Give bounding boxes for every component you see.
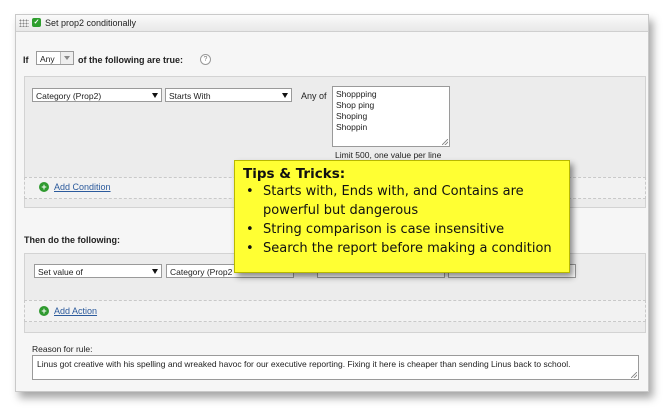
add-condition-link[interactable]: Add Condition xyxy=(54,182,111,192)
panel-title: Set prop2 conditionally xyxy=(45,18,137,28)
value-line: Shoping xyxy=(336,111,368,121)
reason-text: Linus got creative with his spelling and… xyxy=(37,359,571,369)
condition-operator-value: Starts With xyxy=(169,91,211,101)
chevron-down-icon xyxy=(152,93,158,98)
add-action-strip xyxy=(24,300,646,322)
resize-grip-icon[interactable] xyxy=(631,372,637,378)
chevron-down-icon xyxy=(282,93,288,98)
panel-titlebar[interactable]: ✓ Set prop2 conditionally xyxy=(16,15,648,32)
add-action-link[interactable]: Add Action xyxy=(54,306,97,316)
chevron-down-icon xyxy=(152,269,158,274)
value-line: Shoppin xyxy=(336,122,368,132)
if-label: If xyxy=(23,55,29,65)
help-icon[interactable]: ? xyxy=(200,54,211,65)
action-type-select[interactable]: Set value of xyxy=(34,264,162,278)
reason-label: Reason for rule: xyxy=(32,344,93,354)
condition-variable-select[interactable]: Category (Prop2) xyxy=(32,88,162,102)
reason-textarea[interactable]: Linus got creative with his spelling and… xyxy=(32,355,639,380)
if-suffix-label: of the following are true: xyxy=(78,55,183,65)
value-line: Shoppping xyxy=(336,89,377,99)
condition-operator-select[interactable]: Starts With xyxy=(165,88,292,102)
then-heading: Then do the following: xyxy=(24,235,120,245)
rule-icon: ✓ xyxy=(32,18,41,27)
condition-values-textarea[interactable]: Shoppping Shop ping Shoping Shoppin xyxy=(332,86,450,147)
tips-callout: Tips & Tricks: Starts with, Ends with, a… xyxy=(234,160,570,273)
value-line: Shop ping xyxy=(336,100,375,110)
action-target-value: Category (Prop2 xyxy=(170,267,233,277)
tips-list: Starts with, Ends with, and Contains are… xyxy=(243,182,565,258)
tip-item: String comparison is case insensitive xyxy=(243,220,565,239)
tip-item: Search the report before making a condit… xyxy=(243,239,565,258)
condition-variable-value: Category (Prop2) xyxy=(36,91,102,101)
tip-item: Starts with, Ends with, and Contains are… xyxy=(243,182,565,220)
tips-heading: Tips & Tricks: xyxy=(243,166,346,182)
limit-note: Limit 500, one value per line xyxy=(335,150,442,160)
match-mode-value: Any xyxy=(40,54,55,64)
action-type-value: Set value of xyxy=(38,267,83,277)
match-mode-select[interactable]: Any xyxy=(36,51,74,65)
chevron-down-icon xyxy=(60,52,73,64)
drag-grip-icon[interactable] xyxy=(19,19,29,27)
resize-grip-icon[interactable] xyxy=(442,139,448,145)
plus-circle-icon[interactable]: + xyxy=(39,306,49,316)
plus-circle-icon[interactable]: + xyxy=(39,182,49,192)
any-of-label: Any of xyxy=(301,91,327,101)
